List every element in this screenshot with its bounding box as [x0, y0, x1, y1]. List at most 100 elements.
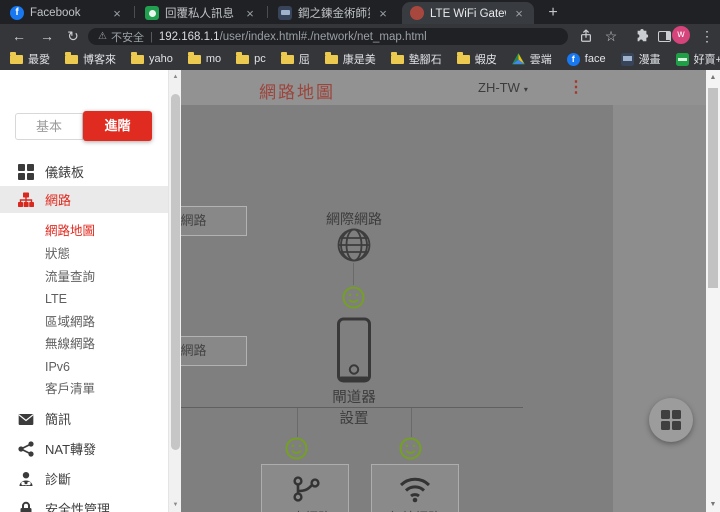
browser-menu-icon[interactable]: ⋮: [696, 25, 718, 47]
connector-line: [353, 263, 354, 285]
tab-lte-gateway-active[interactable]: LTE WiFi Gateway | 網 ×: [402, 2, 534, 24]
sidebar-item-label: 安全性管理: [45, 502, 111, 512]
manga-icon: [620, 52, 634, 66]
status-smiley-icon[interactable]: [285, 437, 308, 460]
ethernet-branch-icon: [293, 476, 320, 502]
bookmark-item[interactable]: 康是美: [324, 51, 376, 67]
share-nodes-icon: [18, 440, 34, 457]
tab-separator: [134, 6, 135, 18]
folder-icon: [236, 51, 250, 64]
bookmark-item[interactable]: 漫畫: [620, 51, 661, 67]
page-menu-icon[interactable]: ⋮: [568, 77, 584, 97]
sidebar-item-nat[interactable]: NAT轉發: [0, 435, 168, 462]
tab-title: 回覆私人訊息 - Mobile: [165, 8, 237, 20]
mode-basic-button[interactable]: 基本: [15, 113, 83, 140]
bookmark-item[interactable]: 好賣+: [675, 51, 720, 67]
sidebar-item-security[interactable]: 安全性管理: [0, 495, 168, 512]
drive-icon: [511, 53, 525, 65]
ethernet-node[interactable]: 乙太網路: [261, 464, 349, 512]
lock-icon: [20, 501, 32, 512]
bookmark-star-icon[interactable]: ☆: [600, 25, 622, 47]
bookmark-item[interactable]: 蝦皮: [456, 51, 497, 67]
url-path: /user/index.html#./network/net_map.html: [219, 30, 427, 43]
sidebar-item-dashboard[interactable]: 儀錶板: [0, 158, 168, 185]
close-icon[interactable]: ×: [110, 6, 124, 21]
sidebar-subitem-ipv6[interactable]: IPv6: [45, 356, 165, 378]
tab-separator: [267, 6, 268, 18]
scroll-up-icon[interactable]: ▲: [169, 74, 182, 80]
sidebar-subitem-status[interactable]: 狀態: [45, 243, 165, 265]
page-header: 網路地圖 ZH-TW ▾ ⋮: [181, 70, 706, 105]
scrollbar-thumb[interactable]: [171, 94, 180, 450]
internet-label: 網際網路: [326, 211, 382, 227]
status-smiley-icon[interactable]: [399, 437, 422, 460]
sidebar-item-label: 儀錶板: [45, 165, 85, 180]
sidebar-scrollbar[interactable]: ▲ ▼: [168, 70, 181, 512]
profile-avatar[interactable]: w: [672, 26, 690, 44]
sidebar-item-label: NAT轉發: [45, 442, 97, 457]
wireless-node[interactable]: 無線網路: [371, 464, 459, 512]
tab-title: LTE WiFi Gateway | 網: [430, 8, 506, 20]
bookmark-item[interactable]: 墊腳石: [390, 51, 442, 67]
floating-apps-button[interactable]: [649, 398, 693, 442]
back-button[interactable]: ←: [8, 25, 30, 47]
folder-icon: [324, 51, 338, 64]
wireless-label: 無線網路: [372, 507, 458, 512]
bookmark-item[interactable]: 屈: [280, 51, 310, 67]
scroll-up-icon[interactable]: ▲: [706, 74, 720, 81]
extensions-icon[interactable]: [631, 25, 653, 47]
scroll-down-icon[interactable]: ▼: [706, 501, 720, 508]
tab-facebook[interactable]: f Facebook ×: [2, 2, 132, 24]
sidebar-item-label: 診斷: [45, 472, 72, 487]
sidebar-subitem-lan[interactable]: 區域網路: [45, 311, 165, 333]
url-domain: 192.168.1.1: [158, 30, 220, 43]
tab-title: 鋼之鍊金術師第23卷_: [298, 8, 370, 20]
bookmark-item[interactable]: f face: [566, 52, 606, 66]
address-bar[interactable]: ⚠ 不安全 | 192.168.1.1 /user/index.html#./n…: [88, 28, 568, 45]
language-selector[interactable]: ZH-TW ▾: [478, 80, 528, 95]
status-smiley-icon[interactable]: [342, 286, 365, 309]
share-icon[interactable]: [575, 25, 597, 47]
new-tab-button[interactable]: +: [543, 3, 563, 23]
bookmark-item[interactable]: 雲端: [511, 51, 552, 67]
close-icon[interactable]: ×: [512, 6, 526, 21]
sidebar-item-diagnosis[interactable]: 診斷: [0, 465, 168, 492]
close-icon[interactable]: ×: [243, 6, 257, 21]
sidebar-item-network[interactable]: 網路: [0, 186, 168, 213]
tab-manga[interactable]: 鋼之鍊金術師第23卷_ ×: [270, 2, 398, 24]
bookmark-label: 蝦皮: [474, 54, 497, 66]
language-value: ZH-TW: [478, 80, 520, 95]
sidebar-subitem-clients[interactable]: 客戶清單: [45, 378, 165, 400]
forward-button[interactable]: →: [36, 25, 58, 47]
globe-icon[interactable]: [336, 227, 372, 263]
bookmark-item[interactable]: mo: [187, 51, 221, 65]
bookmarks-bar: 最愛 博客來 yaho mo pc 屈 康是美 墊腳石 蝦皮 雲端 f face …: [0, 48, 720, 70]
bookmark-item[interactable]: yaho: [131, 51, 173, 65]
scrollbar-thumb[interactable]: [708, 88, 718, 288]
folder-icon: [65, 51, 78, 64]
close-icon[interactable]: ×: [376, 6, 390, 21]
page-scrollbar[interactable]: ▲ ▼: [706, 70, 720, 512]
sidebar-subitem-traffic[interactable]: 流量查詢: [45, 266, 165, 288]
folder-icon: [280, 51, 294, 64]
folder-icon: [187, 51, 201, 64]
gateway-device-icon[interactable]: [336, 317, 372, 383]
bookmark-item[interactable]: 博客來: [65, 51, 116, 67]
sidebar-subitem-lte[interactable]: LTE: [45, 288, 165, 310]
sidebar-item-sms[interactable]: 簡訊: [0, 405, 168, 432]
doctor-icon: [19, 471, 33, 486]
reload-button[interactable]: ↻: [62, 25, 84, 47]
bookmark-label: pc: [254, 53, 266, 65]
sidebar-subitem-network-map[interactable]: 網路地圖: [45, 220, 165, 242]
envelope-icon: [18, 414, 34, 425]
tab-title: Facebook: [30, 7, 81, 19]
bookmark-item[interactable]: 最愛: [10, 51, 50, 67]
sidebar-subitem-wireless[interactable]: 無線網路: [45, 333, 165, 355]
mode-advanced-button[interactable]: 進階: [83, 111, 152, 141]
tab-messages[interactable]: 回覆私人訊息 - Mobile ×: [137, 2, 265, 24]
dashboard-icon: [18, 163, 34, 180]
facebook-icon: f: [566, 52, 580, 66]
bookmark-item[interactable]: pc: [236, 51, 266, 65]
scroll-down-icon[interactable]: ▼: [169, 502, 182, 508]
sidebar-item-label: 簡訊: [45, 412, 72, 427]
